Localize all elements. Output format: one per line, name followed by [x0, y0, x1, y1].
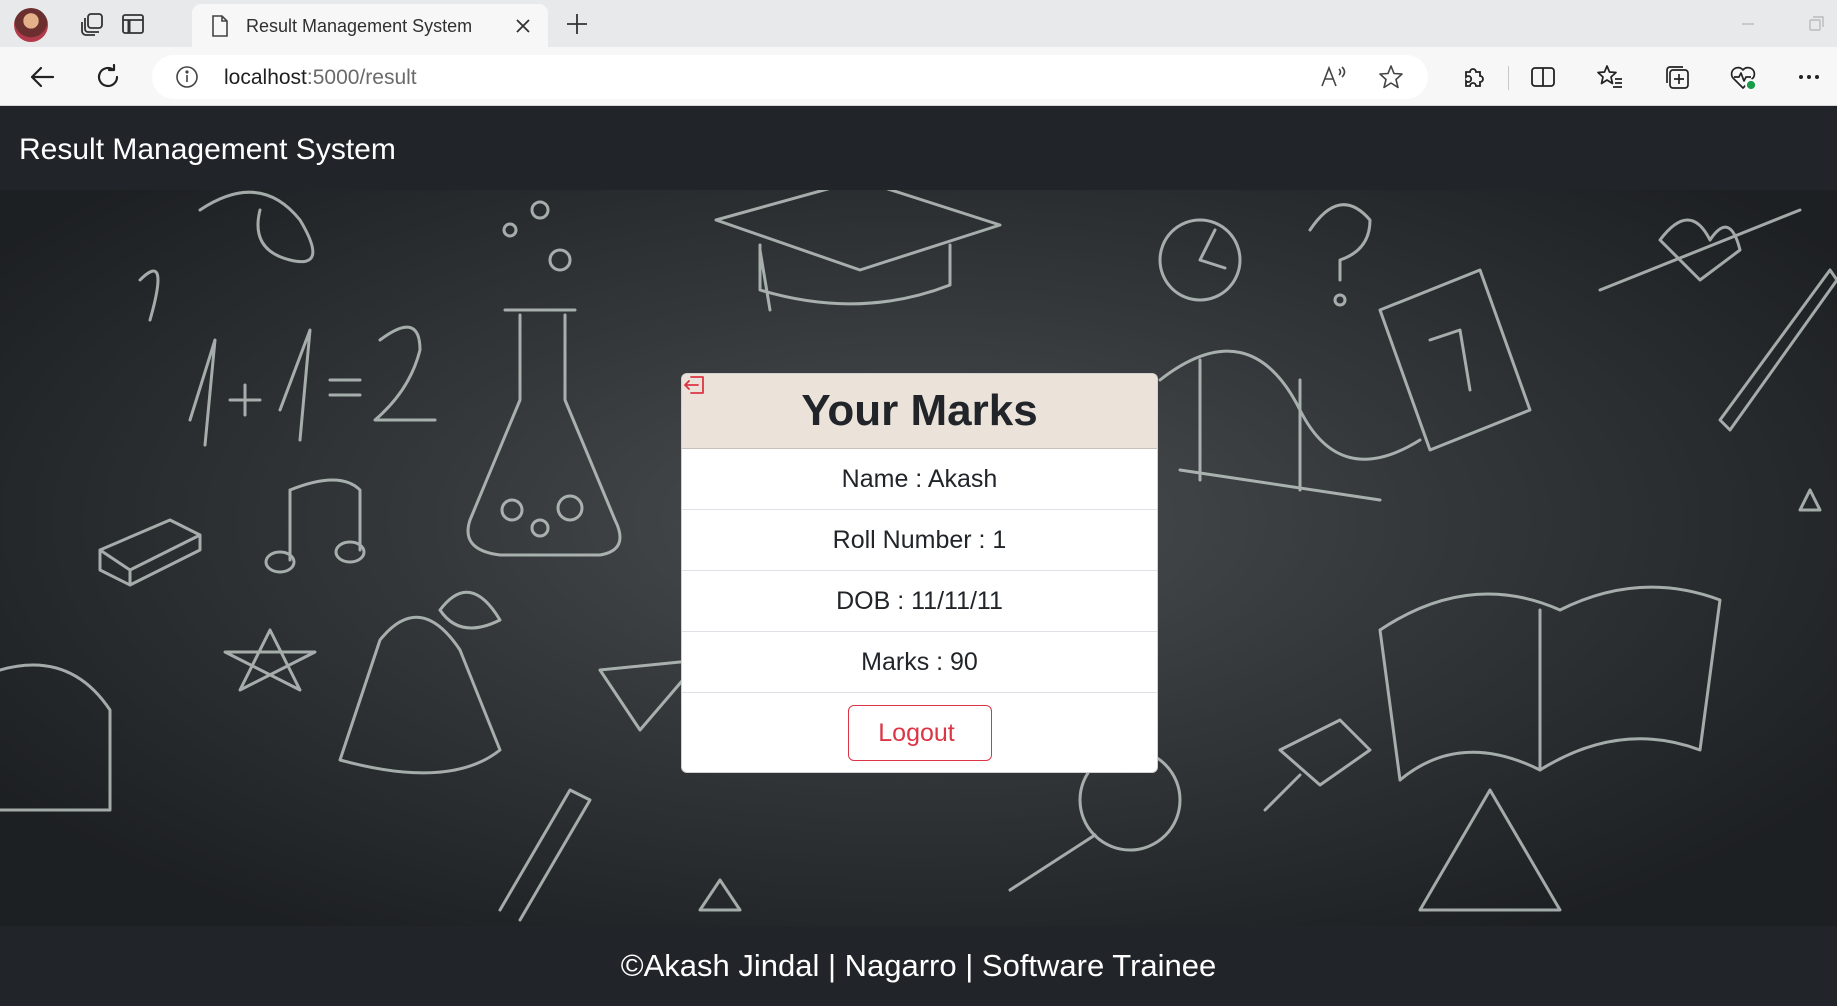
split-screen-icon[interactable]	[1525, 59, 1561, 95]
url-path: :5000/result	[306, 66, 417, 89]
card-header: Your Marks	[682, 374, 1157, 449]
tab-title: Result Management System	[246, 16, 473, 36]
chalkboard-background: Your Marks Name : Akash Roll Number : 1 …	[0, 190, 1837, 926]
profile-avatar[interactable]	[14, 8, 48, 42]
back-icon[interactable]	[24, 59, 60, 95]
info-icon[interactable]	[172, 62, 202, 92]
refresh-icon[interactable]	[90, 59, 126, 95]
minimize-icon[interactable]	[1736, 12, 1760, 36]
omnibox[interactable]: localhost:5000/result	[152, 55, 1428, 99]
workspaces-icon[interactable]	[78, 9, 108, 39]
page-icon	[210, 15, 230, 42]
restore-icon[interactable]	[1804, 12, 1828, 36]
logout-button[interactable]: Logout	[684, 376, 992, 761]
logout-label: Logout	[878, 718, 955, 747]
dob-row: DOB : 11/11/11	[682, 571, 1157, 632]
toolbar-separator	[1508, 66, 1509, 90]
address-bar-row: localhost:5000/result	[0, 47, 1837, 106]
tab-actions-icon[interactable]	[118, 9, 148, 39]
browser-tab-bar: Result Management System	[0, 0, 1837, 47]
card-title: Your Marks	[801, 386, 1038, 435]
marks-row: Marks : 90	[682, 632, 1157, 693]
read-aloud-icon[interactable]	[1318, 62, 1348, 92]
marks-card: Your Marks Name : Akash Roll Number : 1 …	[681, 373, 1158, 773]
name-row: Name : Akash	[682, 449, 1157, 510]
active-tab[interactable]: Result Management System	[192, 4, 548, 47]
navbar-brand[interactable]: Result Management System	[19, 133, 396, 167]
more-icon[interactable]	[1791, 59, 1827, 95]
plus-icon[interactable]	[562, 9, 592, 39]
site-footer: ©Akash Jindal | Nagarro | Software Train…	[0, 926, 1837, 1006]
site-navbar: Result Management System	[0, 106, 1837, 190]
url-host: localhost	[224, 66, 307, 89]
logout-area: Logout	[682, 376, 1157, 772]
roll-number-row: Roll Number : 1	[682, 510, 1157, 571]
url-text[interactable]: localhost:5000/result	[224, 66, 417, 90]
favorites-icon[interactable]	[1592, 59, 1628, 95]
collections-icon[interactable]	[1659, 59, 1695, 95]
favorite-star-icon[interactable]	[1376, 62, 1406, 92]
footer-text: ©Akash Jindal | Nagarro | Software Train…	[620, 948, 1217, 983]
close-icon[interactable]	[510, 13, 536, 39]
extensions-icon[interactable]	[1456, 59, 1492, 95]
browser-essentials-icon[interactable]	[1725, 59, 1761, 95]
